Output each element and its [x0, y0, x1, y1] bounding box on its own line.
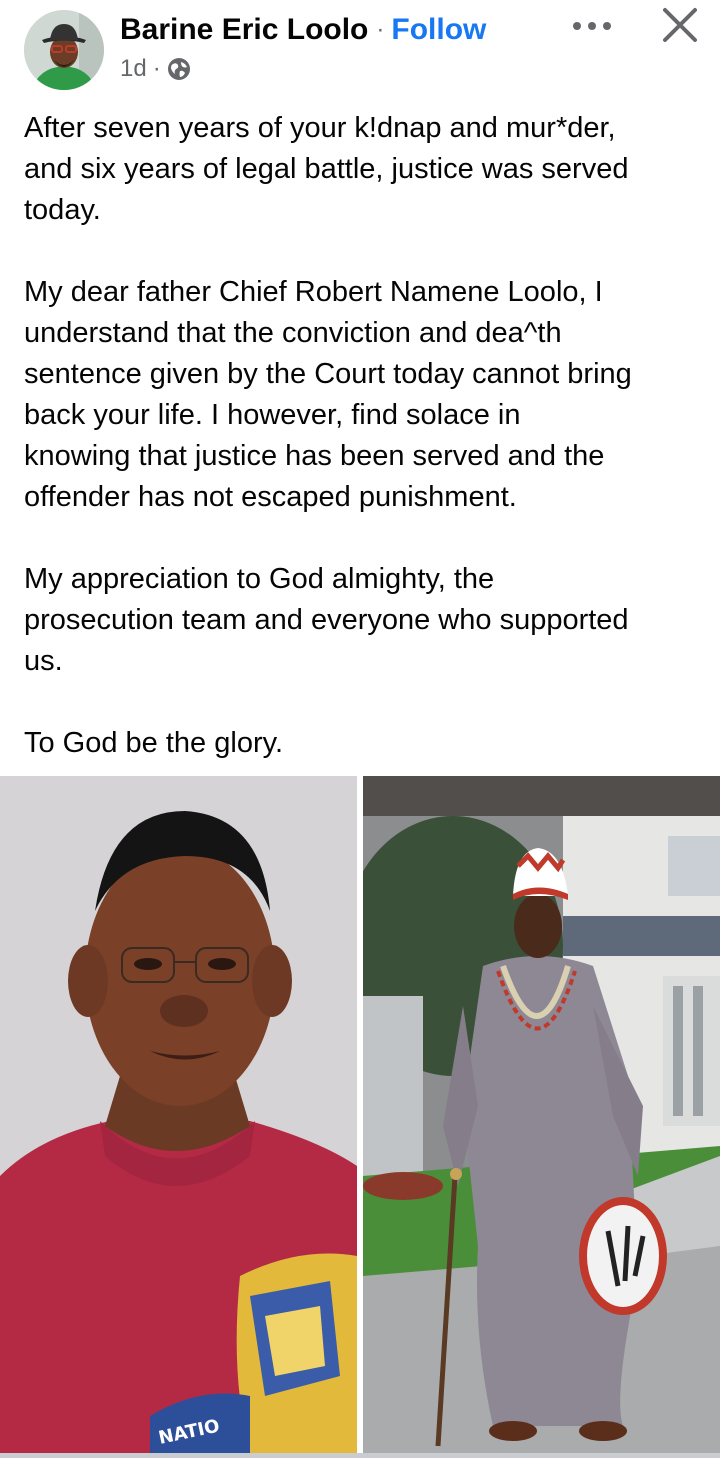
post-paragraph: My appreciation to God almighty, the pro…	[24, 563, 629, 677]
traditional-attire-photo-icon	[363, 776, 720, 1453]
post-header: Barine Eric Loolo · Follow 1d ·	[0, 0, 720, 100]
post-meta: 1d ·	[120, 52, 191, 86]
meta-separator: ·	[152, 55, 161, 82]
facebook-post: Barine Eric Loolo · Follow 1d · After se…	[0, 0, 720, 1458]
post-paragraph: After seven years of your k!dnap and mur…	[24, 112, 629, 226]
photo-right[interactable]	[363, 776, 720, 1453]
author-name[interactable]: Barine Eric Loolo	[120, 13, 368, 47]
close-icon	[663, 8, 697, 42]
post-body-text: After seven years of your k!dnap and mur…	[24, 108, 704, 764]
post-photo-grid: NATIO	[0, 776, 720, 1453]
photo-left[interactable]: NATIO	[0, 776, 357, 1453]
portrait-photo-icon: NATIO	[0, 776, 357, 1453]
follow-button[interactable]: Follow	[391, 13, 486, 47]
more-options-icon	[573, 22, 611, 30]
author-line: Barine Eric Loolo · Follow	[120, 10, 486, 50]
post-timestamp[interactable]: 1d	[120, 55, 147, 83]
post-paragraph: My dear father Chief Robert Namene Loolo…	[24, 276, 632, 513]
globe-icon[interactable]	[167, 57, 191, 81]
author-separator: ·	[376, 16, 385, 43]
author-avatar[interactable]	[24, 10, 104, 90]
profile-photo-icon	[24, 10, 104, 90]
close-button[interactable]	[656, 4, 704, 48]
post-bottom-divider	[0, 1453, 720, 1458]
post-paragraph: To God be the glory.	[24, 727, 284, 759]
more-options-button[interactable]	[566, 6, 618, 46]
